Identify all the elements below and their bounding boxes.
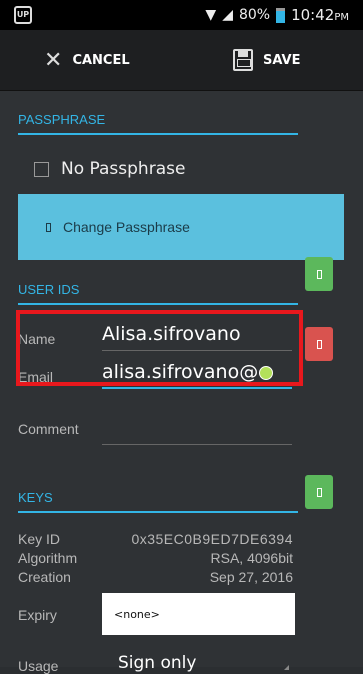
remove-user-id-button[interactable] — [305, 327, 333, 361]
change-passphrase-label: Change Passphrase — [63, 219, 190, 235]
no-passphrase-label: No Passphrase — [61, 159, 186, 179]
algorithm-value: RSA, 4096bit — [210, 550, 294, 566]
usage-label: Usage — [18, 658, 59, 674]
comment-field[interactable] — [102, 417, 292, 445]
wifi-icon: ▼ — [205, 7, 217, 23]
user-ids-section-header: USER IDS — [18, 282, 298, 305]
action-bar: ✕ CANCEL SAVE — [0, 30, 363, 91]
status-icons: ▼ ◢ 80% 10:42PM — [205, 6, 349, 24]
expiry-label: Expiry — [18, 607, 57, 623]
no-passphrase-checkbox[interactable] — [34, 161, 49, 177]
save-label: SAVE — [263, 52, 301, 68]
passphrase-section-header: PASSPHRASE — [18, 112, 298, 135]
creation-label: Creation — [18, 569, 71, 585]
creation-value: Sep 27, 2016 — [209, 569, 293, 585]
cancel-button[interactable]: ✕ CANCEL — [44, 30, 130, 90]
usage-spinner[interactable]: Sign only — [118, 653, 196, 673]
cancel-label: CANCEL — [72, 52, 130, 68]
close-icon: ✕ — [44, 47, 63, 73]
remove-icon — [316, 339, 322, 349]
battery-percent: 80% — [238, 7, 271, 23]
save-button[interactable]: SAVE — [233, 30, 300, 90]
expiry-date-field[interactable]: <none> — [102, 593, 295, 635]
battery-icon — [276, 7, 286, 23]
clock-ampm: PM — [334, 12, 349, 23]
key-icon — [46, 222, 51, 232]
dropdown-arrow-icon — [284, 665, 289, 670]
change-passphrase-button[interactable]: Change Passphrase — [18, 194, 344, 260]
app-notification-icon: UP — [14, 6, 32, 24]
key-id-label: Key ID — [18, 531, 61, 547]
clock-time: 10:42 — [291, 6, 335, 24]
comment-label: Comment — [18, 421, 79, 437]
add-icon — [316, 487, 322, 497]
add-user-id-button[interactable] — [305, 257, 333, 291]
expiry-value: <none> — [114, 607, 160, 621]
status-bar: UP ▼ ◢ 80% 10:42PM — [0, 0, 363, 30]
highlight-annotation — [16, 310, 303, 386]
save-icon — [233, 49, 253, 71]
edit-key-content: PASSPHRASE No Passphrase Change Passphra… — [0, 91, 363, 674]
add-key-button[interactable] — [305, 475, 333, 509]
key-id-value: 0x35EC0B9ED7DE6394 — [131, 531, 293, 547]
add-icon — [316, 269, 322, 279]
clock: 10:42PM — [291, 6, 349, 24]
no-passphrase-checkbox-row[interactable]: No Passphrase — [34, 159, 185, 179]
algorithm-label: Algorithm — [18, 550, 78, 566]
signal-icon: ◢ — [222, 7, 233, 23]
keys-section-header: KEYS — [18, 490, 298, 513]
